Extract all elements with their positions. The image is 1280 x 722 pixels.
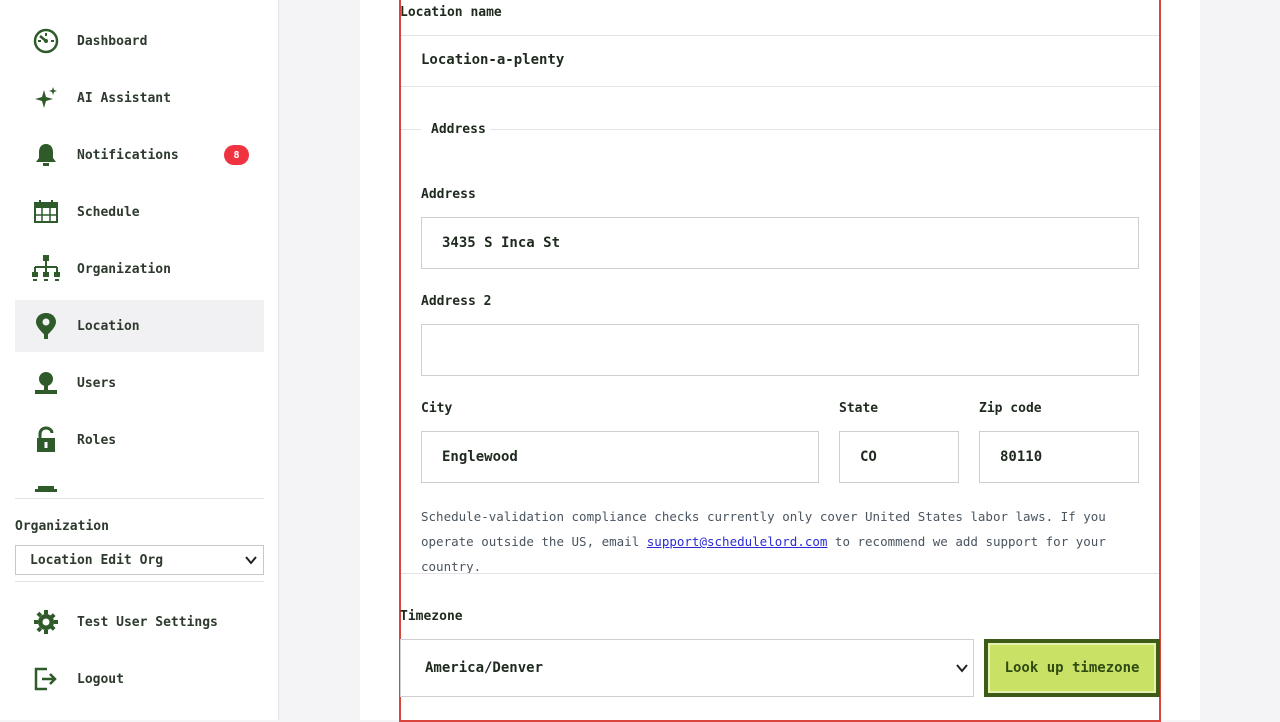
zip-input-value: 80110 xyxy=(1000,449,1043,465)
organization-label: Organization xyxy=(15,519,109,534)
chevron-down-icon xyxy=(244,553,258,571)
org-chart-icon xyxy=(31,254,61,284)
sidebar-item-label: Logout xyxy=(77,671,124,687)
divider xyxy=(401,573,1159,574)
sidebar-item-roles[interactable]: Roles xyxy=(15,414,264,466)
address-section-legend: Address xyxy=(431,122,486,137)
sidebar-item-schedule[interactable]: Schedule xyxy=(15,186,264,238)
notification-count-badge: 8 xyxy=(224,145,249,165)
chevron-down-icon xyxy=(955,661,969,679)
sidebar-item-notifications[interactable]: Notifications 8 xyxy=(15,129,264,181)
address-input-value: 3435 S Inca St xyxy=(442,235,561,251)
address2-label: Address 2 xyxy=(421,294,492,309)
sidebar-item-label: Dashboard xyxy=(77,33,148,49)
compliance-note: Schedule-validation compliance checks cu… xyxy=(421,504,1141,579)
city-input-value: Englewood xyxy=(442,449,518,465)
sidebar-item-label: AI Assistant xyxy=(77,90,171,106)
divider xyxy=(401,86,1159,87)
fieldset-border xyxy=(401,129,421,130)
lookup-timezone-button[interactable]: Look up timezone xyxy=(984,639,1160,697)
sidebar-divider xyxy=(15,498,264,499)
fieldset-border xyxy=(490,129,1159,130)
timezone-label: Timezone xyxy=(400,609,463,624)
address-input[interactable]: 3435 S Inca St xyxy=(421,217,1139,269)
location-name-label: Location name xyxy=(400,5,502,20)
zip-label: Zip code xyxy=(979,401,1042,416)
sidebar-nav: Dashboard AI Assistant Notifications 8 S… xyxy=(15,0,264,492)
user-icon xyxy=(31,368,61,398)
address2-input[interactable] xyxy=(421,324,1139,376)
partial-icon xyxy=(31,482,61,492)
sidebar-item-label: Test User Settings xyxy=(77,614,218,630)
calendar-icon xyxy=(31,197,61,227)
sidebar-item-label: Notifications xyxy=(77,147,179,163)
city-label: City xyxy=(421,401,453,416)
organization-select-value: Location Edit Org xyxy=(30,552,164,568)
logout-icon xyxy=(31,664,61,694)
timezone-select[interactable]: America/Denver xyxy=(400,639,974,697)
timezone-select-value: America/Denver xyxy=(425,660,544,676)
state-input[interactable]: CO xyxy=(839,431,959,483)
gear-icon xyxy=(31,607,61,637)
lookup-timezone-button-label: Look up timezone xyxy=(988,643,1156,693)
city-input[interactable]: Englewood xyxy=(421,431,819,483)
location-pin-icon xyxy=(31,311,61,341)
sidebar-item-location[interactable]: Location xyxy=(15,300,264,352)
divider xyxy=(401,35,1159,36)
sidebar-item-organization[interactable]: Organization xyxy=(15,243,264,295)
sidebar-item-partial[interactable] xyxy=(15,471,264,492)
location-name-input[interactable]: Location-a-plenty xyxy=(421,52,564,68)
sidebar-item-dashboard[interactable]: Dashboard xyxy=(15,15,264,67)
sparkle-icon xyxy=(31,83,61,113)
sidebar: Dashboard AI Assistant Notifications 8 S… xyxy=(0,0,279,720)
sidebar-divider xyxy=(15,581,264,582)
address-label: Address xyxy=(421,187,476,202)
organization-select[interactable]: Location Edit Org xyxy=(15,545,264,575)
zip-input[interactable]: 80110 xyxy=(979,431,1139,483)
sidebar-item-users[interactable]: Users xyxy=(15,357,264,409)
sidebar-item-label: Users xyxy=(77,375,117,391)
support-email-link[interactable]: support@schedulelord.com xyxy=(647,534,828,549)
sidebar-item-label: Roles xyxy=(77,432,117,448)
sidebar-item-label: Organization xyxy=(77,261,171,277)
state-label: State xyxy=(839,401,879,416)
sidebar-item-label: Location xyxy=(77,318,140,334)
dashboard-icon xyxy=(31,26,61,56)
state-input-value: CO xyxy=(860,449,877,465)
sidebar-item-logout[interactable]: Logout xyxy=(15,653,264,705)
sidebar-item-label: Schedule xyxy=(77,204,140,220)
lock-icon xyxy=(31,425,61,455)
sidebar-item-ai-assistant[interactable]: AI Assistant xyxy=(15,72,264,124)
sidebar-item-test-user-settings[interactable]: Test User Settings xyxy=(15,596,264,648)
bell-icon xyxy=(31,140,61,170)
